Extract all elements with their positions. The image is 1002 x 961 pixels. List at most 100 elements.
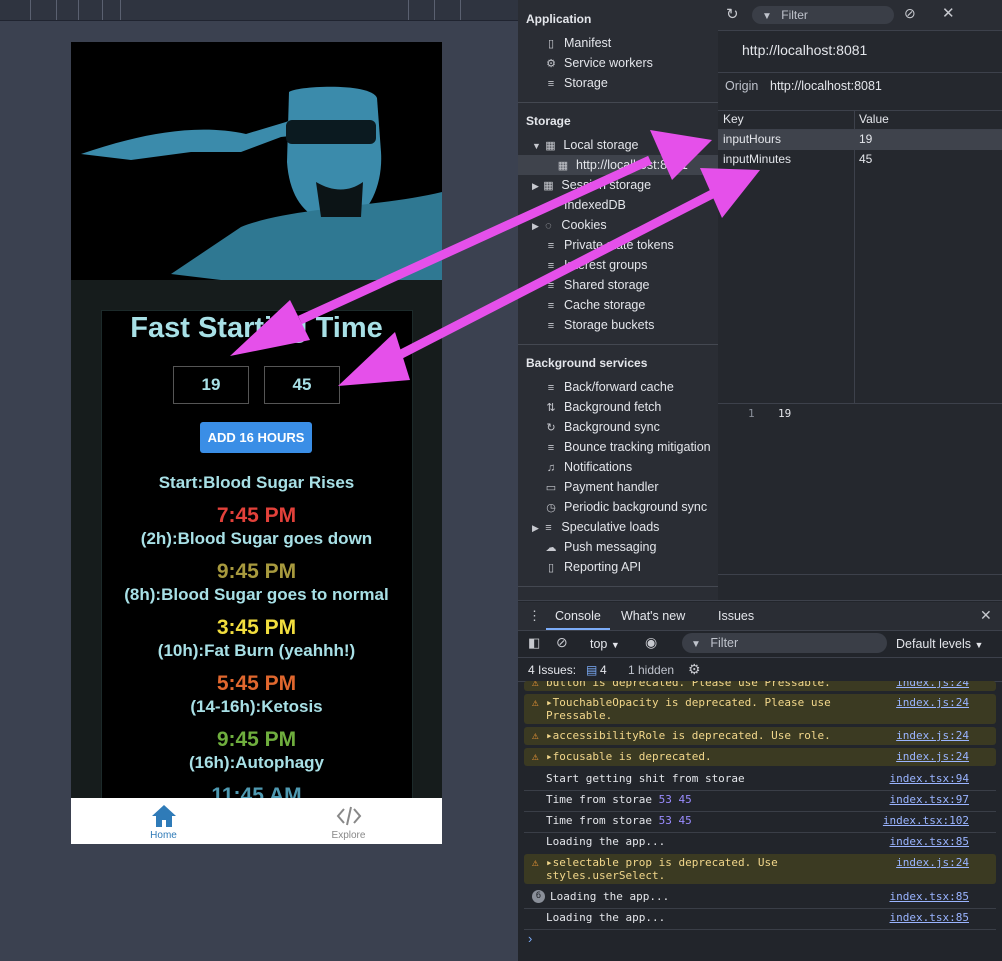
log-levels-select[interactable]: Default levels ▼	[896, 637, 983, 651]
add-16-hours-button[interactable]: ADD 16 HOURS	[200, 422, 312, 453]
sidebar-item-push-messaging[interactable]: ☁ Push messaging	[544, 537, 657, 557]
close-icon[interactable]: ✕	[942, 4, 955, 22]
tab-explore[interactable]: Explore	[256, 798, 441, 844]
console-log[interactable]: Loading the app... index.tsx:85	[524, 833, 996, 853]
hours-input[interactable]: 19	[173, 366, 249, 404]
row-value[interactable]: 19	[859, 129, 872, 149]
sidebar-item-bfcache[interactable]: ≡ Back/forward cache	[544, 377, 674, 397]
item-label: Local storage	[563, 138, 639, 152]
column-header-value[interactable]: Value	[859, 110, 889, 128]
console-warning[interactable]: ⚠ ▸selectable prop is deprecated. Use st…	[524, 854, 996, 884]
sidebar-item-localhost[interactable]: ▦ http://localhost:8081	[518, 155, 718, 175]
storage-filter-input[interactable]: ▼ Filter	[752, 6, 894, 24]
clear-all-icon[interactable]: ⊘	[904, 5, 916, 22]
warning-icon: ⚠	[532, 729, 539, 742]
context-select[interactable]: top ▼	[590, 637, 620, 651]
eye-icon[interactable]: ◉	[645, 634, 657, 651]
log-text: Time from storae	[546, 814, 652, 827]
console-prompt[interactable]: ›	[528, 931, 532, 946]
log-source-link[interactable]: index.js:24	[896, 727, 969, 745]
milestone-label: (14-16h):Ketosis	[190, 697, 323, 716]
log-source-link[interactable]: index.tsx:85	[890, 888, 969, 906]
sidebar-item-storage[interactable]: ≡ Storage	[544, 73, 608, 93]
issues-count[interactable]: 4	[600, 663, 607, 677]
origin-value: http://localhost:8081	[770, 79, 882, 93]
console-log[interactable]: 6 Loading the app... index.tsx:85	[524, 888, 996, 909]
log-source-link[interactable]: index.js:24	[896, 696, 969, 709]
settings-icon[interactable]: ⚙	[688, 661, 701, 678]
sidebar-item-storage-buckets[interactable]: ≡ Storage buckets	[544, 315, 655, 335]
console-filter-input[interactable]: ▼ Filter	[682, 633, 887, 653]
filter-placeholder: Filter	[781, 8, 808, 22]
milestone-time: 9:45 PM	[216, 560, 297, 583]
tab-whats-new[interactable]: What's new	[621, 602, 685, 630]
database-icon: ≡	[547, 200, 555, 212]
sidebar-item-payment-handler[interactable]: ▭ Payment handler	[544, 477, 659, 497]
console-warning[interactable]: ⚠ ▸focusable is deprecated. index.js:24	[524, 748, 996, 766]
sidebar-item-shared-storage[interactable]: ≡ Shared storage	[544, 275, 650, 295]
log-source-link[interactable]: index.tsx:85	[890, 833, 969, 851]
tab-home-label: Home	[150, 830, 177, 841]
gear-icon: ⚙	[546, 58, 556, 70]
console-log[interactable]: Time from storae 53 45 index.tsx:97	[524, 791, 996, 812]
sidebar-item-service-workers[interactable]: ⚙ Service workers	[544, 53, 653, 73]
sidebar-item-reporting-api[interactable]: ▯ Reporting API	[544, 557, 641, 577]
sidebar-toggle-icon[interactable]: ◧	[528, 635, 540, 651]
console-log[interactable]: Time from storae 53 45 index.tsx:102	[524, 812, 996, 833]
row-key[interactable]: inputHours	[723, 129, 781, 149]
log-source-link[interactable]: index.js:24	[896, 748, 969, 766]
console-log[interactable]: Loading the app... index.tsx:85	[524, 909, 996, 930]
bell-icon: ♫	[546, 462, 556, 474]
console-warning[interactable]: ⚠ ▸TouchableOpacity is deprecated. Pleas…	[524, 694, 996, 724]
sidebar-item-speculative-loads[interactable]: ▶ ≡ Speculative loads	[532, 517, 659, 537]
minutes-input[interactable]: 45	[264, 366, 340, 404]
log-source-link[interactable]: index.tsx:102	[883, 812, 969, 830]
log-source-link[interactable]: index.js:24	[896, 856, 969, 869]
item-label: IndexedDB	[564, 198, 626, 212]
log-text: Loading the app...	[550, 890, 670, 903]
log-source-link[interactable]: index.tsx:94	[890, 770, 969, 788]
item-label: Background fetch	[564, 400, 662, 414]
sync-icon: ↻	[546, 422, 556, 434]
log-text-wrap: ▸selectable prop is deprecated. Use styl…	[546, 856, 778, 882]
close-drawer-icon[interactable]: ✕	[980, 607, 992, 624]
log-source-link[interactable]: index.js:24	[896, 681, 969, 689]
log-source-link[interactable]: index.tsx:97	[890, 791, 969, 809]
clear-console-icon[interactable]: ⊘	[556, 634, 568, 651]
sidebar-item-bounce-tracking[interactable]: ≡ Bounce tracking mitigation	[544, 437, 711, 457]
row-value[interactable]: 45	[859, 149, 872, 169]
log-source-link[interactable]: index.tsx:85	[890, 909, 969, 927]
console-warning[interactable]: ⚠ button is deprecated. Please use Press…	[524, 681, 996, 691]
warning-icon: ⚠	[532, 856, 539, 869]
refresh-icon[interactable]: ↻	[726, 5, 739, 23]
application-sidebar: Application ▯ Manifest ⚙ Service workers ≡…	[518, 0, 719, 600]
warning-icon: ⚠	[532, 696, 539, 709]
sidebar-item-cookies[interactable]: ▶ ◌ Cookies	[532, 215, 607, 235]
console-warning[interactable]: ⚠ ▸accessibilityRole is deprecated. Use …	[524, 727, 996, 745]
sidebar-item-manifest[interactable]: ▯ Manifest	[544, 33, 611, 53]
more-icon[interactable]: ⋮	[528, 608, 541, 624]
tab-console[interactable]: Console	[546, 602, 610, 630]
sidebar-item-cache-storage[interactable]: ≡ Cache storage	[544, 295, 646, 315]
tab-issues[interactable]: Issues	[718, 602, 754, 630]
table-icon: ▦	[545, 140, 556, 152]
tab-home[interactable]: Home	[71, 798, 256, 844]
milestone-time: 5:45 PM	[216, 672, 297, 695]
sidebar-item-periodic-sync[interactable]: ◷ Periodic background sync	[544, 497, 707, 517]
cloud-icon: ☁	[545, 542, 557, 554]
column-header-key[interactable]: Key	[723, 110, 744, 128]
console-log[interactable]: Start getting shit from storae index.tsx…	[524, 770, 996, 791]
sidebar-item-notifications[interactable]: ♫ Notifications	[544, 457, 632, 477]
sidebar-item-local-storage[interactable]: ▼ ▦ Local storage	[532, 135, 638, 155]
sidebar-item-background-sync[interactable]: ↻ Background sync	[544, 417, 660, 437]
sidebar-item-session-storage[interactable]: ▶ ▦ Session storage	[532, 175, 651, 195]
sidebar-item-background-fetch[interactable]: ⇅ Background fetch	[544, 397, 661, 417]
item-label: Speculative loads	[561, 520, 660, 534]
sidebar-item-indexeddb[interactable]: ≡ IndexedDB	[544, 195, 626, 215]
sidebar-item-interest-groups[interactable]: ≡ Interest groups	[544, 255, 648, 275]
row-key[interactable]: inputMinutes	[723, 149, 791, 169]
warning-icon: ⚠	[532, 750, 539, 763]
sidebar-item-private-state-tokens[interactable]: ≡ Private state tokens	[544, 235, 674, 255]
table-icon: ▦	[557, 160, 569, 172]
issues-icon[interactable]: ▤	[586, 663, 597, 677]
